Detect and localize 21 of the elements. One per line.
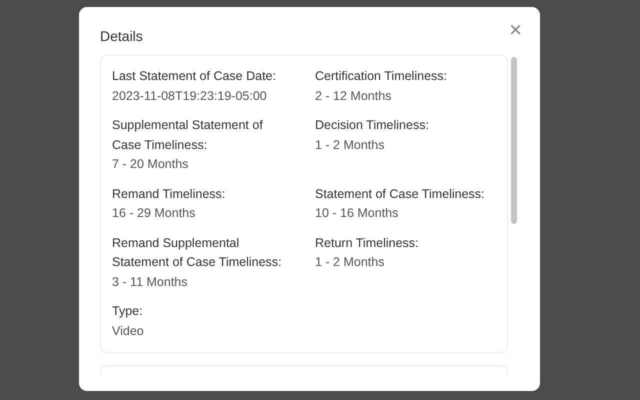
field-label: Remand Supplemental Statement of Case Timeliness: <box>112 234 283 271</box>
field-label: Return Timeliness: <box>315 234 420 252</box>
field-label: Decision Timeliness: <box>315 117 430 134</box>
field-value: Video <box>112 322 145 340</box>
dialog-title: Details <box>100 27 143 46</box>
field-label: Statement of Case Timeliness: <box>315 186 486 202</box>
field-value: 7 - 20 Months <box>112 156 190 173</box>
field-label: Remand Timeliness: <box>112 186 226 202</box>
field-label: Certification Timeliness: <box>315 68 448 85</box>
scrollbar-thumb[interactable] <box>511 57 517 224</box>
field-value: 2023-11-08T19:23:19-05:00 <box>112 88 268 104</box>
field-value: 3 - 11 Months <box>112 274 189 290</box>
field-label: Supplemental Statement of Case Timeliness: <box>112 117 264 154</box>
field-value: 2 - 12 Months <box>315 88 392 104</box>
field-value: 1 - 2 Months <box>315 254 386 271</box>
field-label: Last Statement of Case Date: <box>112 68 277 85</box>
field-value: 10 - 16 Months <box>315 205 400 222</box>
field-label: Type: <box>112 303 144 320</box>
close-button[interactable]: × <box>507 19 524 41</box>
field-value: 16 - 29 Months <box>112 205 196 222</box>
field-value: 1 - 2 Months <box>315 136 386 154</box>
